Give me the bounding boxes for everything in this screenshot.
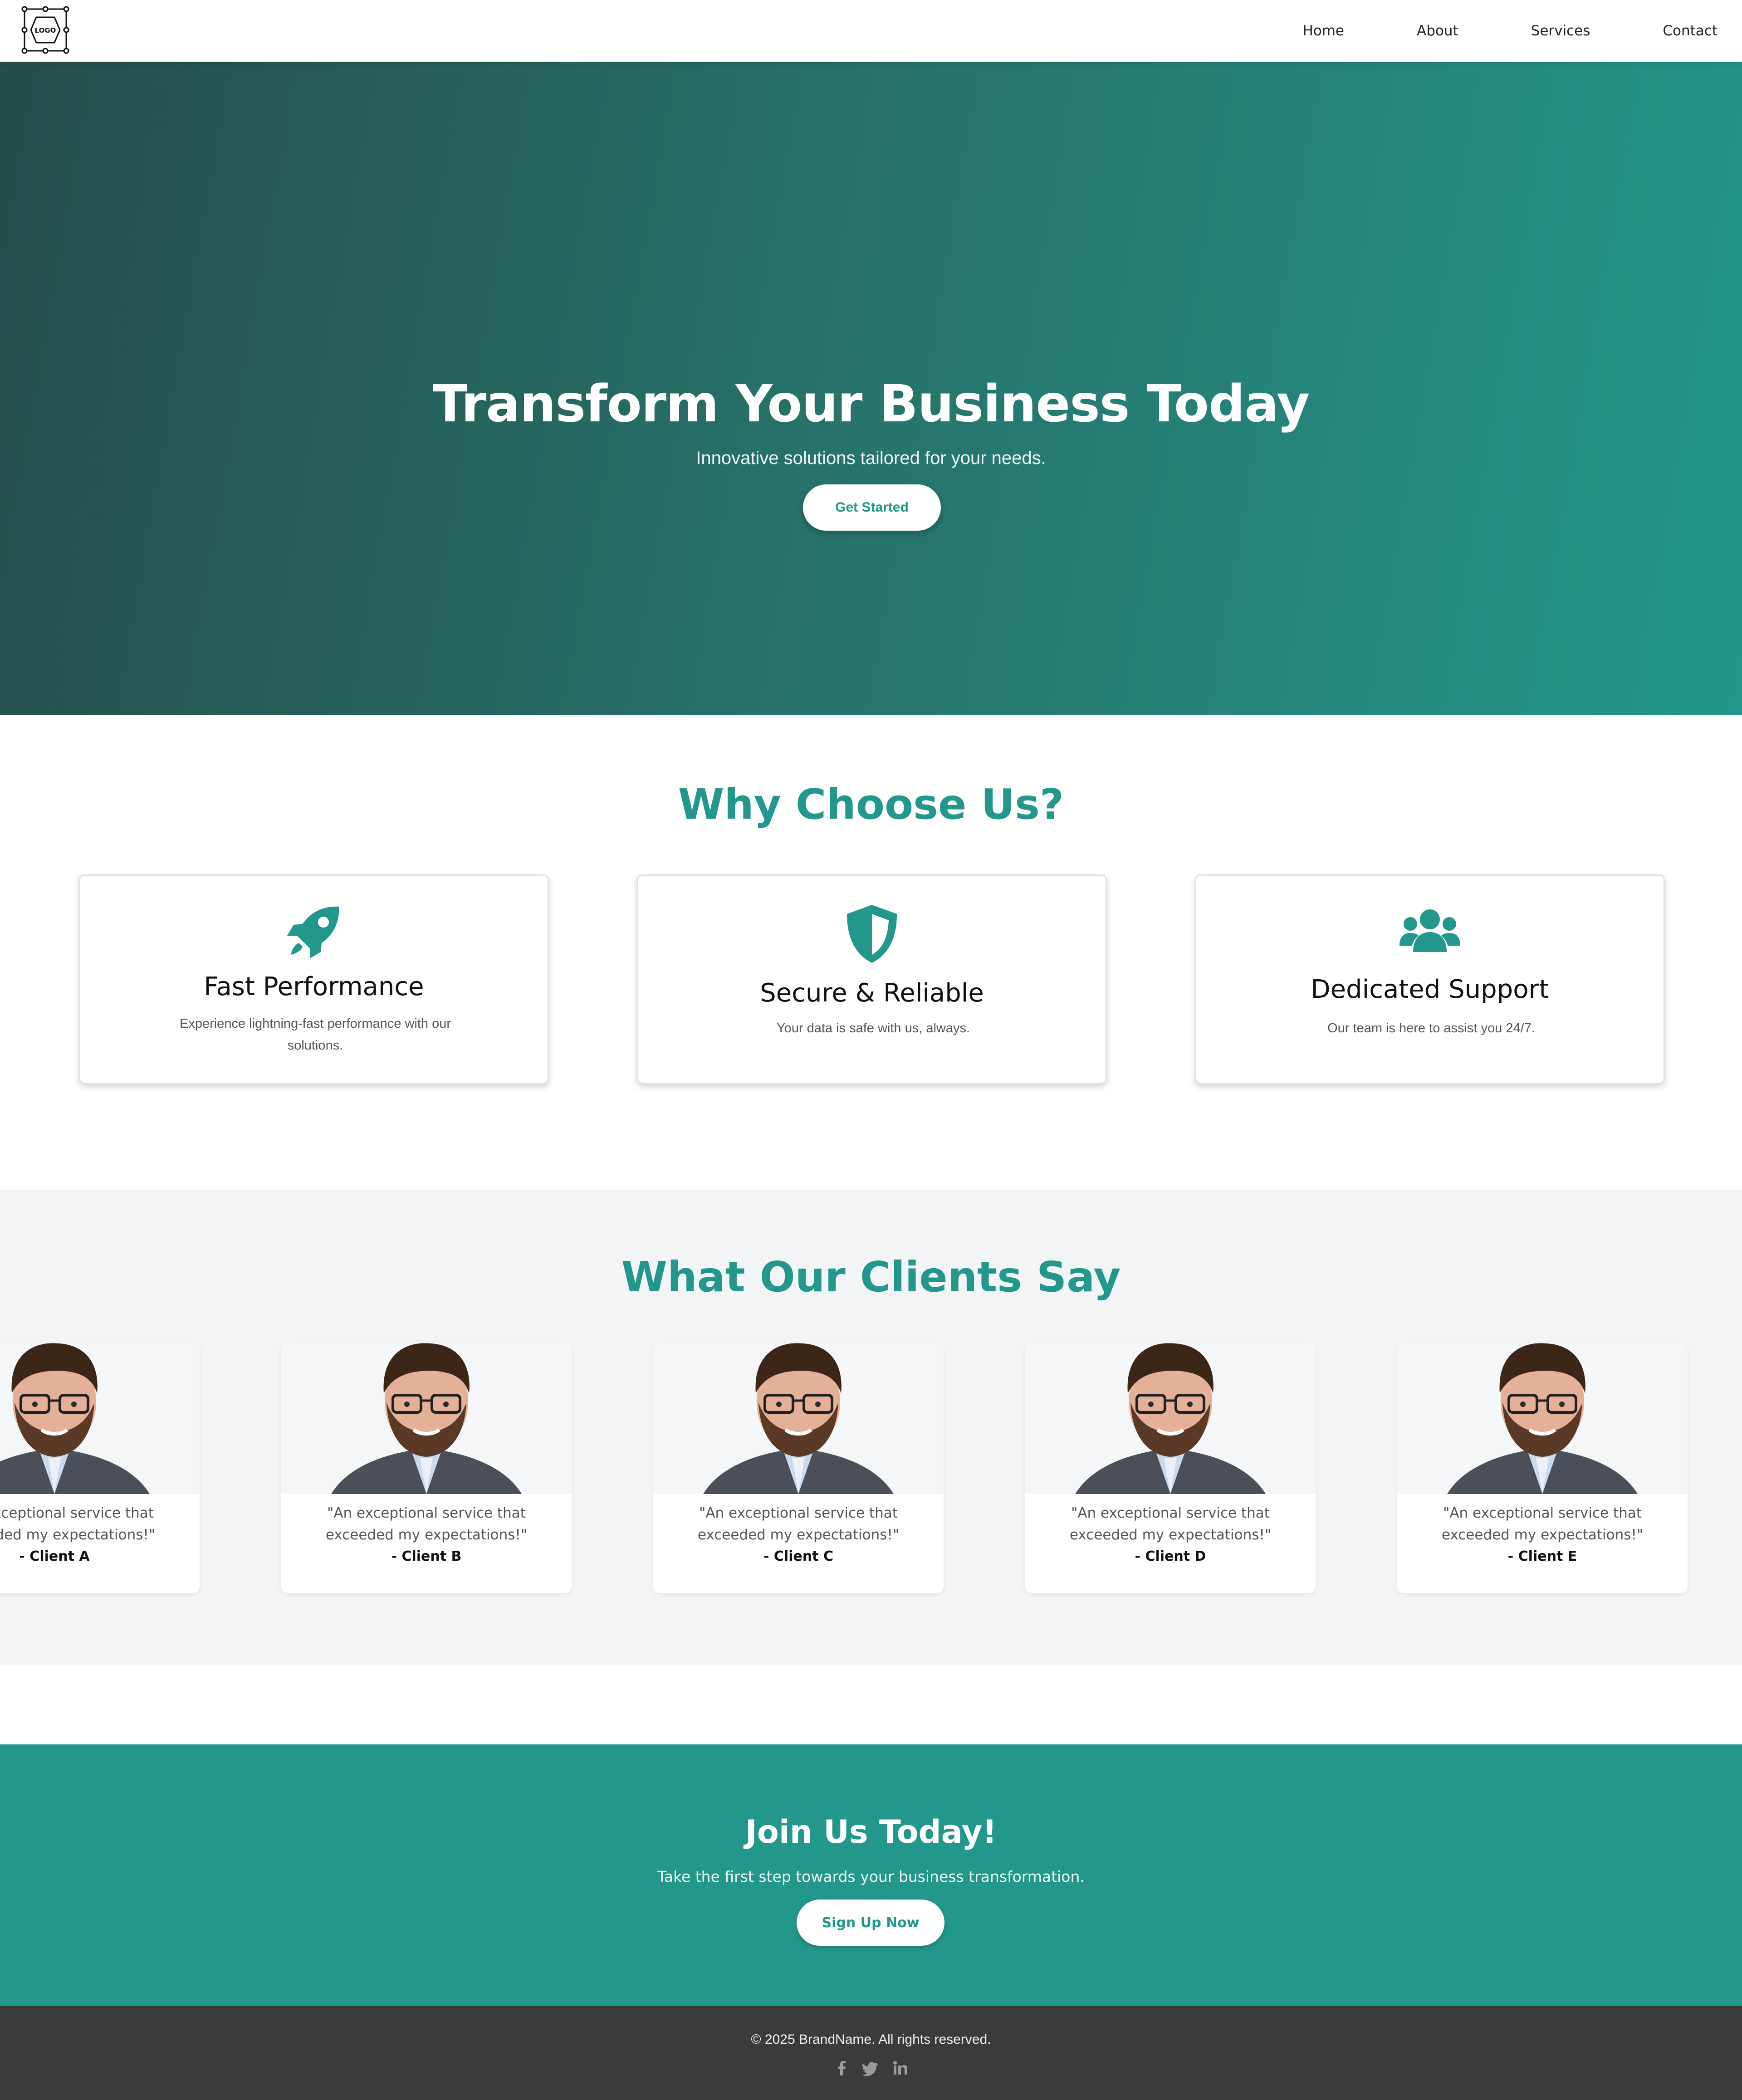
testimonial-client: - Client A bbox=[19, 1548, 90, 1564]
feature-text: Our team is here to assist you 24/7. bbox=[1327, 1021, 1535, 1035]
testimonial-quote: "An exceptional service that exceeded my… bbox=[0, 1505, 156, 1543]
logo-label: LOGO bbox=[35, 26, 56, 34]
logo-icon[interactable]: LOGO bbox=[20, 5, 71, 55]
hero-section: Transform Your Business Today Innovative… bbox=[0, 62, 1742, 715]
cta-section: Join Us Today! Take the first step towar… bbox=[0, 1744, 1742, 2006]
feature-card-secure-reliable: Secure & Reliable Your data is safe with… bbox=[637, 874, 1107, 1084]
testimonial-client: - Client D bbox=[1135, 1548, 1206, 1564]
facebook-icon[interactable] bbox=[833, 2059, 851, 2077]
testimonials-title: What Our Clients Say bbox=[621, 1253, 1121, 1301]
testimonial-quote: "An exceptional service that exceeded my… bbox=[1069, 1505, 1272, 1543]
client-photo bbox=[281, 1343, 572, 1494]
twitter-icon[interactable] bbox=[862, 2059, 880, 2077]
why-title: Why Choose Us? bbox=[678, 780, 1064, 829]
cta-subtitle: Take the first step towards your busines… bbox=[657, 1868, 1085, 1885]
testimonial-client: - Client C bbox=[763, 1548, 833, 1564]
client-photo bbox=[653, 1343, 944, 1494]
client-photo bbox=[1025, 1343, 1316, 1494]
testimonial-quote: "An exceptional service that exceeded my… bbox=[1441, 1505, 1644, 1543]
nav-link-about[interactable]: About bbox=[1417, 23, 1458, 39]
feature-title: Secure & Reliable bbox=[760, 978, 984, 1008]
feature-title: Fast Performance bbox=[204, 972, 424, 1001]
get-started-button[interactable]: Get Started bbox=[803, 484, 941, 531]
feature-card-fast-performance: Fast Performance Experience lightning-fa… bbox=[79, 874, 549, 1084]
client-photo bbox=[1397, 1343, 1688, 1494]
testimonial-card: "An exceptional service that exceeded my… bbox=[1397, 1343, 1688, 1593]
copyright-text: © 2025 BrandName. All rights reserved. bbox=[751, 2032, 991, 2047]
users-icon bbox=[1399, 909, 1460, 952]
top-navigation: LOGO Home About Services Contact bbox=[0, 0, 1742, 62]
hero-subtitle: Innovative solutions tailored for your n… bbox=[696, 448, 1046, 468]
nav-link-home[interactable]: Home bbox=[1302, 23, 1344, 39]
rocket-icon bbox=[287, 906, 339, 958]
feature-text: Your data is safe with us, always. bbox=[776, 1021, 970, 1035]
nav-links: Home About Services Contact bbox=[1302, 0, 1718, 62]
hero-title: Transform Your Business Today bbox=[432, 375, 1310, 434]
nav-link-contact[interactable]: Contact bbox=[1663, 23, 1718, 39]
feature-text: Experience lightning-fast performance wi… bbox=[179, 1016, 451, 1053]
linkedin-icon[interactable] bbox=[891, 2059, 909, 2077]
feature-card-dedicated-support: Dedicated Support Our team is here to as… bbox=[1195, 874, 1665, 1084]
feature-title: Dedicated Support bbox=[1311, 975, 1549, 1004]
testimonial-card: "An exceptional service that exceeded my… bbox=[653, 1343, 944, 1593]
testimonial-quote: "An exceptional service that exceeded my… bbox=[325, 1505, 528, 1543]
sign-up-button[interactable]: Sign Up Now bbox=[797, 1900, 944, 1946]
client-photo bbox=[0, 1343, 200, 1494]
testimonial-client: - Client E bbox=[1507, 1548, 1577, 1564]
testimonial-card: "An exceptional service that exceeded my… bbox=[1025, 1343, 1316, 1593]
testimonial-client: - Client B bbox=[391, 1548, 462, 1564]
testimonial-quote: "An exceptional service that exceeded my… bbox=[697, 1505, 900, 1543]
nav-link-services[interactable]: Services bbox=[1531, 23, 1590, 39]
testimonial-card: "An exceptional service that exceeded my… bbox=[281, 1343, 572, 1593]
testimonial-card: "An exceptional service that exceeded my… bbox=[0, 1343, 200, 1593]
testimonials-section: What Our Clients Say "An exceptional ser… bbox=[0, 1190, 1742, 1665]
footer: © 2025 BrandName. All rights reserved. bbox=[0, 2006, 1742, 2100]
cta-title: Join Us Today! bbox=[745, 1813, 997, 1851]
shield-icon bbox=[847, 905, 897, 963]
